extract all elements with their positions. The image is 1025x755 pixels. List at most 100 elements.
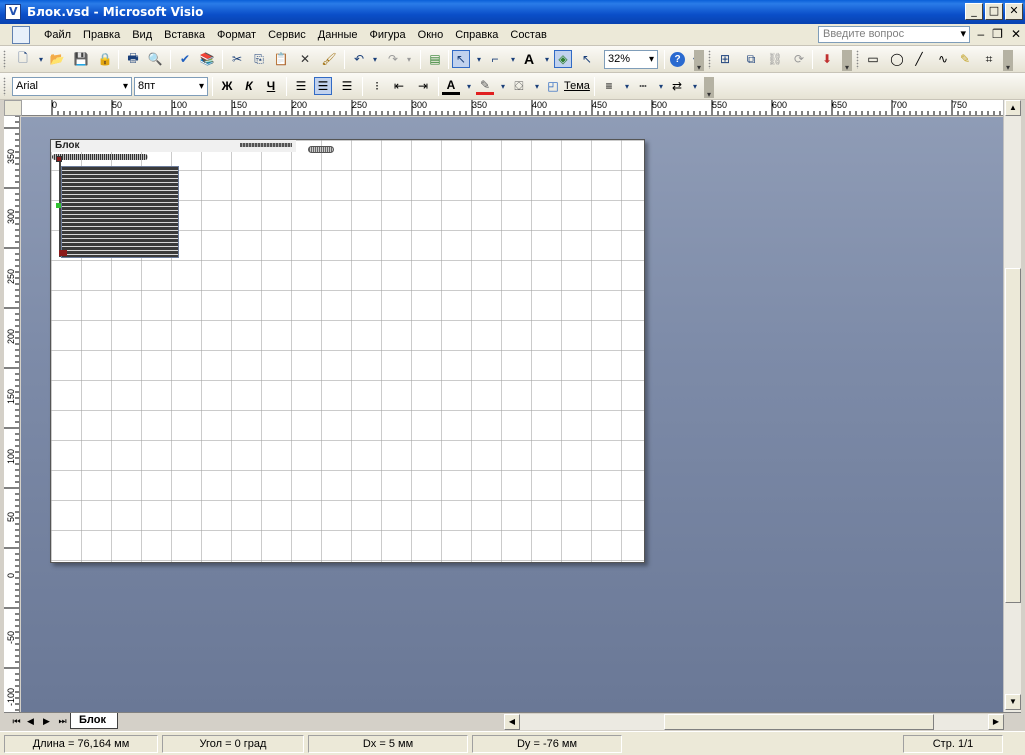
new-icon[interactable]: 🗋: [14, 50, 32, 68]
line-pattern-icon[interactable]: ┅: [634, 77, 652, 95]
vertical-ruler[interactable]: 350 300 250 200 150 100 50 0 -50 -100: [4, 116, 20, 712]
fill-color-icon[interactable]: ⛋: [510, 77, 528, 95]
shapes-icon[interactable]: ▤: [426, 50, 444, 68]
data-graphics-icon[interactable]: ⊞: [716, 50, 734, 68]
next-page-icon[interactable]: ▶: [40, 715, 53, 728]
drawing-page[interactable]: Блок: [50, 139, 645, 563]
block-group-shape[interactable]: [61, 166, 179, 258]
theme-icon[interactable]: ◰: [544, 77, 562, 95]
shapes-window-icon[interactable]: ◈: [554, 50, 572, 68]
cut-icon[interactable]: ✂: [228, 50, 246, 68]
horizontal-ruler[interactable]: 0 50 100 150 200 250 300 350 400 450 500…: [22, 100, 1003, 116]
doc-close-button[interactable]: ✕: [1011, 27, 1021, 41]
theme-button[interactable]: Тема: [564, 80, 590, 92]
line-ends-icon[interactable]: ⇄: [668, 77, 686, 95]
refresh-data-icon[interactable]: ⟳: [790, 50, 808, 68]
bullets-icon[interactable]: ⁝: [368, 77, 386, 95]
hyperlink-icon[interactable]: ⛓: [766, 50, 784, 68]
close-button[interactable]: ✕: [1005, 3, 1023, 20]
menu-help[interactable]: Справка: [449, 29, 504, 41]
menu-shape[interactable]: Фигура: [364, 29, 412, 41]
copy-icon[interactable]: ⎘: [250, 50, 268, 68]
header-line-shape[interactable]: [240, 143, 292, 147]
page-tab[interactable]: Блок: [70, 713, 118, 729]
menu-tools[interactable]: Сервис: [262, 29, 312, 41]
menu-composition[interactable]: Состав: [504, 29, 552, 41]
underline-button[interactable]: Ч: [262, 77, 280, 95]
connector-line[interactable]: [59, 162, 61, 257]
vertical-scroll-thumb[interactable]: [1005, 268, 1021, 603]
permission-icon[interactable]: 🔒: [96, 50, 114, 68]
print-preview-icon[interactable]: 🔍: [146, 50, 164, 68]
line-tool-icon[interactable]: ╱: [910, 50, 928, 68]
font-color-icon[interactable]: A: [442, 77, 460, 95]
menu-edit[interactable]: Правка: [77, 29, 126, 41]
toolbar-options-3-icon[interactable]: ▾: [1003, 50, 1013, 72]
top-bar-shape[interactable]: [52, 154, 148, 160]
increase-indent-icon[interactable]: ⇥: [414, 77, 432, 95]
link-data-icon[interactable]: ⧉: [742, 50, 760, 68]
scroll-down-icon[interactable]: ▼: [1005, 694, 1021, 710]
ruler-corner[interactable]: [4, 100, 22, 116]
paste-icon[interactable]: 📋: [272, 50, 290, 68]
horizontal-scroll-thumb[interactable]: [664, 714, 934, 730]
first-page-icon[interactable]: ⏮: [10, 715, 23, 728]
menu-format[interactable]: Формат: [211, 29, 262, 41]
last-page-icon[interactable]: ⏭: [56, 715, 69, 728]
help-search-input[interactable]: Введите вопрос: [818, 26, 970, 43]
menu-insert[interactable]: Вставка: [158, 29, 211, 41]
publish-icon[interactable]: ⬇: [818, 50, 836, 68]
redo-dropdown-icon[interactable]: ▾: [400, 50, 418, 68]
pencil-tool-icon[interactable]: ✎: [956, 50, 974, 68]
toolbar-options-4-icon[interactable]: ▾: [704, 77, 714, 99]
align-center-icon[interactable]: ☰: [314, 77, 332, 95]
doc-minimize-button[interactable]: –: [977, 27, 984, 41]
font-select[interactable]: Arial: [12, 77, 132, 96]
scroll-left-icon[interactable]: ◀: [504, 714, 520, 730]
minimize-button[interactable]: _: [965, 3, 983, 20]
zoom-select[interactable]: 32%: [604, 50, 658, 69]
decrease-indent-icon[interactable]: ⇤: [390, 77, 408, 95]
align-left-icon[interactable]: ☰: [292, 77, 310, 95]
line-color-icon[interactable]: ✎: [476, 77, 494, 95]
spelling-icon[interactable]: ✔: [176, 50, 194, 68]
research-icon[interactable]: 📚: [198, 50, 216, 68]
menu-file[interactable]: Файл: [38, 29, 77, 41]
undo-dropdown-icon[interactable]: ▾: [366, 50, 384, 68]
crop-tool-icon[interactable]: ⌗: [980, 50, 998, 68]
green-handle[interactable]: [56, 203, 61, 208]
print-icon[interactable]: 🖶: [124, 50, 142, 68]
save-icon[interactable]: 💾: [72, 50, 90, 68]
drawing-canvas[interactable]: Блок: [21, 117, 1003, 712]
align-right-icon[interactable]: ☰: [338, 77, 356, 95]
bold-button[interactable]: Ж: [218, 77, 236, 95]
toolbar-options-2-icon[interactable]: ▾: [842, 50, 852, 72]
italic-button[interactable]: К: [240, 77, 258, 95]
pointer-tool-icon[interactable]: ↖: [452, 50, 470, 68]
connector-tool-icon[interactable]: ⌐: [486, 50, 504, 68]
end-handle[interactable]: [59, 250, 67, 256]
text-tool-icon[interactable]: A: [520, 50, 538, 68]
toolbar-options-icon[interactable]: ▾: [694, 50, 704, 72]
scroll-right-icon[interactable]: ▶: [988, 714, 1004, 730]
open-icon[interactable]: 📂: [48, 50, 66, 68]
rectangle-tool-icon[interactable]: ▭: [864, 50, 882, 68]
toolbar-grip[interactable]: [3, 50, 6, 69]
ellipse-tool-icon[interactable]: ◯: [888, 50, 906, 68]
line-ends-dropdown-icon[interactable]: ▾: [686, 77, 704, 95]
document-icon[interactable]: [12, 25, 30, 44]
menu-data[interactable]: Данные: [312, 29, 364, 41]
visio-app-icon[interactable]: [5, 4, 21, 20]
prev-page-icon[interactable]: ◀: [24, 715, 37, 728]
doc-restore-button[interactable]: ❐: [992, 27, 1003, 41]
horizontal-scrollbar[interactable]: ◀ ▶: [504, 714, 1004, 730]
vertical-scrollbar[interactable]: ▲ ▼: [1003, 100, 1021, 712]
help-icon[interactable]: ?: [670, 52, 685, 67]
format-painter-icon[interactable]: 🖌: [320, 50, 338, 68]
line-weight-icon[interactable]: ≡: [600, 77, 618, 95]
maximize-button[interactable]: □: [985, 3, 1003, 20]
font-size-select[interactable]: 8пт: [134, 77, 208, 96]
menu-window[interactable]: Окно: [412, 29, 450, 41]
delete-icon[interactable]: ✕: [296, 50, 314, 68]
freeform-tool-icon[interactable]: ∿: [934, 50, 952, 68]
